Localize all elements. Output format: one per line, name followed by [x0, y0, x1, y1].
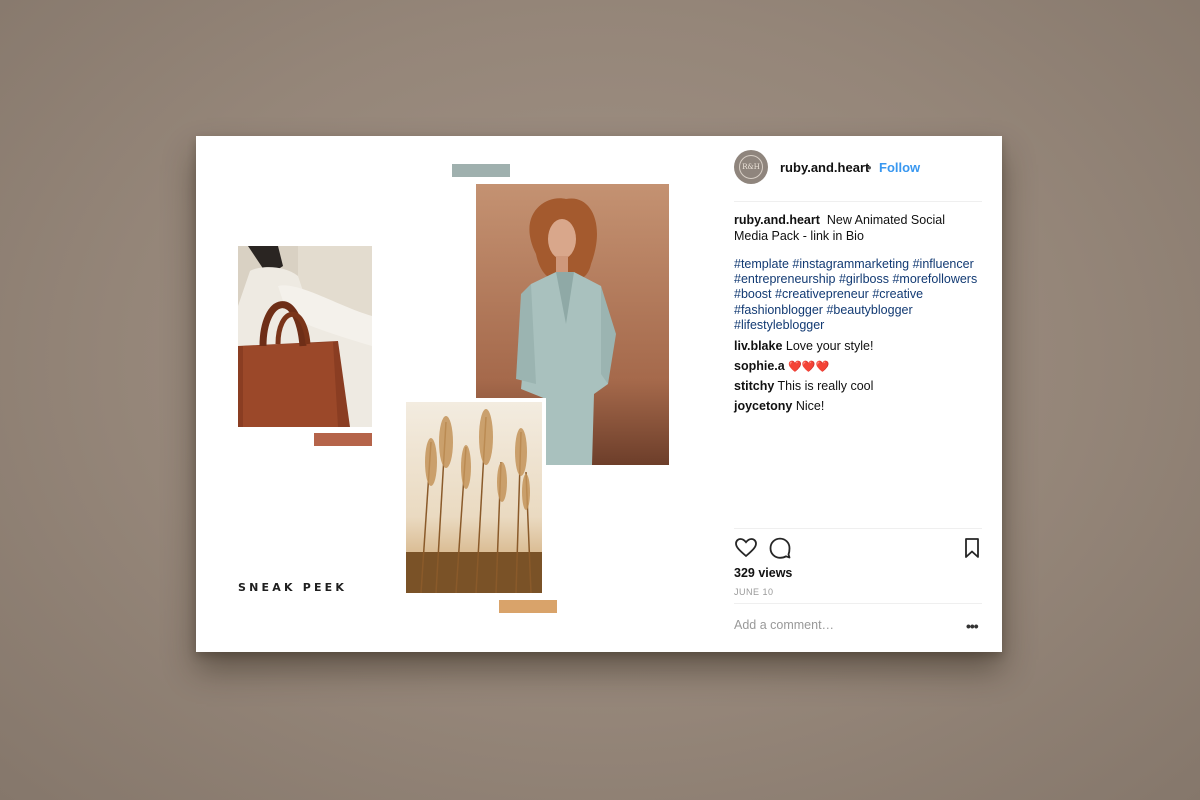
comment-username[interactable]: joycetony: [734, 399, 792, 413]
post-actions: [734, 536, 982, 562]
hashtag[interactable]: #boost: [734, 287, 772, 301]
comment-text: This is really cool: [777, 379, 874, 393]
ochre-color-swatch: [499, 600, 557, 613]
heart-icon[interactable]: [734, 536, 758, 560]
hashtag[interactable]: #influencer: [913, 257, 974, 271]
hashtag[interactable]: #girlboss: [839, 272, 889, 286]
comment-text: Nice!: [795, 399, 825, 413]
more-options-icon[interactable]: •••: [966, 618, 979, 634]
post-details-panel: R&H ruby.and.heart • Follow ruby.and.hea…: [734, 136, 982, 652]
teal-color-swatch: [452, 164, 510, 177]
pampas-grass-photo: [402, 398, 546, 597]
comment-text: Love your style!: [785, 339, 874, 353]
comment-bubble-icon[interactable]: [768, 536, 792, 560]
sneak-peek-label: SNEAK PEEK: [238, 581, 348, 594]
hashtag[interactable]: #creativepreneur: [775, 287, 869, 301]
instagram-post-card: SNEAK PEEK R&H ruby.and.heart • Follow r…: [196, 136, 1002, 652]
header-divider: [734, 201, 982, 202]
comment-item: stitchy This is really cool: [734, 379, 873, 393]
hashtag[interactable]: #morefollowers: [892, 272, 977, 286]
comment-username[interactable]: sophie.a: [734, 359, 785, 373]
hashtag[interactable]: #entrepreneurship: [734, 272, 835, 286]
caption-username[interactable]: ruby.and.heart: [734, 213, 820, 227]
comment-item: joycetony Nice!: [734, 399, 824, 413]
post-caption: ruby.and.heart New Animated Social Media…: [734, 212, 974, 244]
hashtag[interactable]: #creative: [872, 287, 923, 301]
hashtag-list: #template #instagrammarketing #influence…: [734, 257, 984, 333]
rust-color-swatch: [314, 433, 372, 446]
hashtag[interactable]: #beautyblogger: [826, 303, 912, 317]
hashtag[interactable]: #instagrammarketing: [792, 257, 909, 271]
comment-item: liv.blake Love your style!: [734, 339, 873, 353]
woman-with-bag-photo: [238, 246, 372, 427]
header-username[interactable]: ruby.and.heart: [780, 160, 869, 175]
comment-username[interactable]: liv.blake: [734, 339, 782, 353]
header-separator: •: [867, 160, 872, 175]
hashtag[interactable]: #template: [734, 257, 789, 271]
hashtag[interactable]: #fashionblogger: [734, 303, 823, 317]
add-comment-input[interactable]: [734, 618, 949, 632]
actions-divider: [734, 528, 982, 529]
post-date: JUNE 10: [734, 587, 774, 597]
comment-box-divider: [734, 603, 982, 604]
hashtag[interactable]: #lifestyleblogger: [734, 318, 824, 332]
comment-text: ❤️❤️❤️: [788, 361, 830, 373]
view-count: 329 views: [734, 566, 793, 580]
avatar[interactable]: R&H: [734, 150, 768, 184]
comment-username[interactable]: stitchy: [734, 379, 774, 393]
comment-item: sophie.a ❤️❤️❤️: [734, 359, 829, 373]
bookmark-icon[interactable]: [960, 536, 984, 560]
follow-button[interactable]: Follow: [879, 160, 920, 175]
avatar-monogram: R&H: [739, 155, 763, 179]
